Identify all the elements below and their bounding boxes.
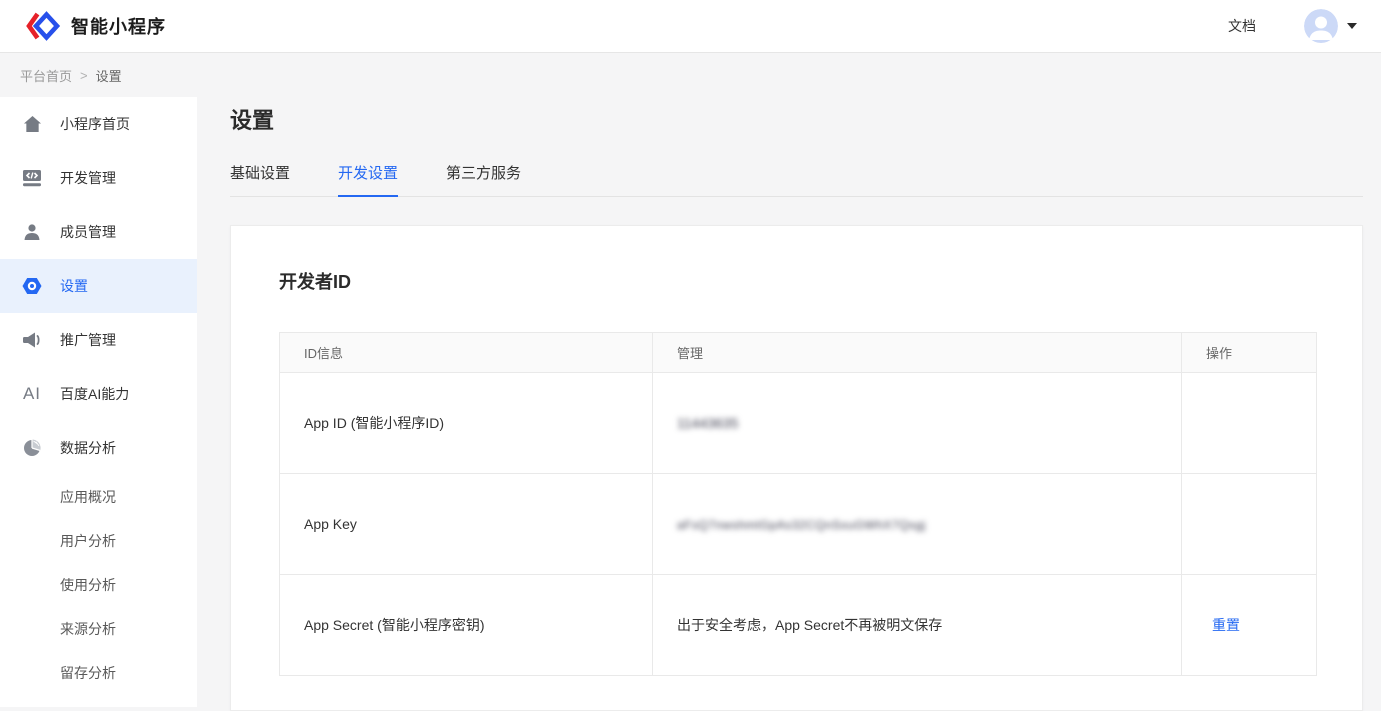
row-label: App Secret (智能小程序密钥) — [280, 575, 653, 676]
avatar[interactable] — [1304, 9, 1338, 43]
developer-id-table: ID信息 管理 操作 App ID (智能小程序ID) 11443635 App… — [279, 332, 1317, 676]
settings-tabs: 基础设置 开发设置 第三方服务 — [230, 162, 1363, 197]
brand[interactable]: 智能小程序 — [24, 11, 166, 41]
main-content: 设置 基础设置 开发设置 第三方服务 开发者ID ID信息 管理 操作 App … — [230, 97, 1363, 711]
sidebar-subitem-usage-analysis[interactable]: 使用分析 — [0, 563, 197, 607]
account-dropdown-caret-icon[interactable] — [1347, 23, 1357, 29]
brand-title: 智能小程序 — [71, 13, 166, 39]
sidebar-subitem-label: 使用分析 — [60, 575, 116, 595]
column-header-actions: 操作 — [1182, 333, 1317, 373]
sidebar-item-members[interactable]: 成员管理 — [0, 205, 197, 259]
member-icon — [22, 222, 42, 242]
table-row-app-secret: App Secret (智能小程序密钥) 出于安全考虑，App Secret不再… — [280, 575, 1317, 676]
row-action-empty — [1182, 474, 1317, 575]
column-header-id-info: ID信息 — [280, 333, 653, 373]
sidebar-subitem-label: 来源分析 — [60, 619, 116, 639]
sidebar-subitem-label: 留存分析 — [60, 663, 116, 683]
breadcrumb: 平台首页 > 设置 — [0, 54, 1381, 97]
sidebar-item-label: 数据分析 — [60, 438, 116, 458]
table-row-app-id: App ID (智能小程序ID) 11443635 — [280, 373, 1317, 474]
app-key-value: aFsQ7nwshmtGpAs32CQnSxuGWhX7Qsgj — [677, 518, 926, 532]
sidebar-subitem-label: 应用概况 — [60, 487, 116, 507]
home-icon — [22, 114, 42, 134]
top-header: 智能小程序 文档 — [0, 0, 1381, 53]
breadcrumb-current: 设置 — [96, 66, 122, 85]
row-label: App ID (智能小程序ID) — [280, 373, 653, 474]
table-row-app-key: App Key aFsQ7nwshmtGpAs32CQnSxuGWhX7Qsgj — [280, 474, 1317, 575]
gear-icon — [22, 276, 42, 296]
sidebar-subitem-label: 用户分析 — [60, 531, 116, 551]
code-icon — [22, 168, 42, 188]
reset-secret-button[interactable]: 重置 — [1206, 617, 1240, 633]
sidebar-item-label: 成员管理 — [60, 222, 116, 242]
row-action-empty — [1182, 373, 1317, 474]
developer-id-card: 开发者ID ID信息 管理 操作 App ID (智能小程序ID) 114436… — [230, 225, 1363, 711]
sidebar-item-label: 推广管理 — [60, 330, 116, 350]
tab-dev-settings[interactable]: 开发设置 — [338, 162, 398, 196]
sidebar-item-dev[interactable]: 开发管理 — [0, 151, 197, 205]
table-header-row: ID信息 管理 操作 — [280, 333, 1317, 373]
user-avatar-icon — [1304, 9, 1338, 43]
smart-miniprogram-logo-icon — [24, 11, 62, 41]
sidebar-item-analytics[interactable]: 数据分析 — [0, 421, 197, 475]
sidebar-subitem-source-analysis[interactable]: 来源分析 — [0, 607, 197, 651]
page-title: 设置 — [230, 103, 1363, 135]
megaphone-icon — [22, 330, 42, 350]
column-header-manage: 管理 — [653, 333, 1182, 373]
sidebar-item-promotion[interactable]: 推广管理 — [0, 313, 197, 367]
breadcrumb-separator: > — [80, 68, 88, 83]
sidebar-item-baidu-ai[interactable]: AI 百度AI能力 — [0, 367, 197, 421]
sidebar-item-label: 设置 — [60, 276, 88, 296]
sidebar-subitem-user-analysis[interactable]: 用户分析 — [0, 519, 197, 563]
pie-chart-icon — [22, 438, 42, 458]
sidebar-subitem-app-overview[interactable]: 应用概况 — [0, 475, 197, 519]
sidebar-item-settings[interactable]: 设置 — [0, 259, 197, 313]
sidebar-item-label: 百度AI能力 — [60, 384, 129, 404]
row-label: App Key — [280, 474, 653, 575]
sidebar-item-label: 开发管理 — [60, 168, 116, 188]
ai-icon: AI — [22, 384, 42, 404]
sidebar-subitem-retention-analysis[interactable]: 留存分析 — [0, 651, 197, 695]
sidebar-item-home[interactable]: 小程序首页 — [0, 97, 197, 151]
sidebar: 小程序首页 开发管理 成员管理 — [0, 97, 197, 707]
breadcrumb-root[interactable]: 平台首页 — [20, 66, 72, 85]
tab-third-party-services[interactable]: 第三方服务 — [446, 162, 521, 196]
tab-basic-settings[interactable]: 基础设置 — [230, 162, 290, 196]
card-title: 开发者ID — [279, 268, 1314, 294]
app-secret-note: 出于安全考虑，App Secret不再被明文保存 — [653, 575, 1182, 676]
app-id-value: 11443635 — [677, 415, 738, 431]
doc-link[interactable]: 文档 — [1228, 16, 1256, 36]
sidebar-item-label: 小程序首页 — [60, 114, 130, 134]
